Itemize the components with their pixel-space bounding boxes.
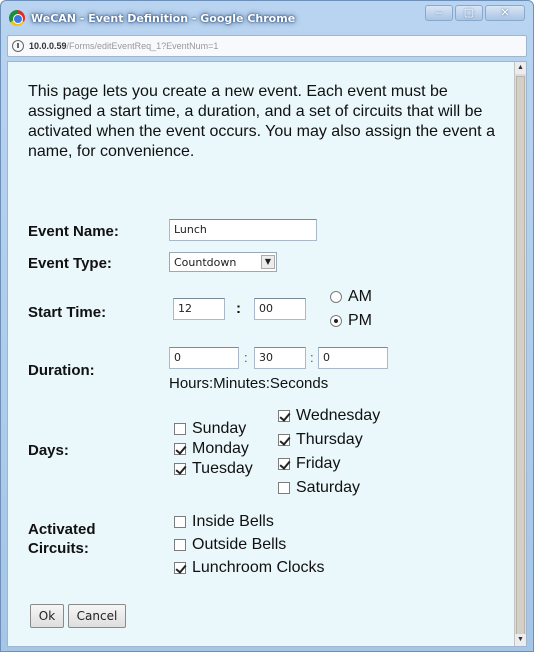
day-sunday[interactable]: Sunday: [174, 420, 246, 438]
event-type-value: Countdown: [174, 255, 237, 269]
monday-label: Monday: [192, 440, 249, 457]
day-tuesday[interactable]: Tuesday: [174, 460, 253, 478]
minimize-button[interactable]: –: [425, 5, 453, 21]
duration-hours-input[interactable]: 0: [169, 347, 239, 369]
vertical-scrollbar[interactable]: ▲ ▼: [514, 62, 526, 646]
am-radio[interactable]: [330, 291, 342, 303]
outside-bells-label: Outside Bells: [192, 536, 287, 553]
chevron-down-icon: ▼: [261, 255, 275, 269]
am-radio-option[interactable]: AM: [330, 288, 372, 306]
start-minute-input[interactable]: 00: [254, 298, 306, 320]
saturday-checkbox[interactable]: [278, 482, 290, 494]
event-name-label: Event Name:: [28, 223, 119, 240]
page-content: This page lets you create a new event. E…: [7, 61, 527, 647]
day-saturday[interactable]: Saturday: [278, 479, 360, 497]
friday-checkbox[interactable]: [278, 458, 290, 470]
address-bar[interactable]: 10.0.0.59 /Forms/editEventReq_1?EventNum…: [7, 35, 527, 57]
friday-label: Friday: [296, 455, 341, 472]
thursday-checkbox[interactable]: [278, 434, 290, 446]
url-path: /Forms/editEventReq_1?EventNum=1: [66, 41, 219, 51]
day-monday[interactable]: Monday: [174, 440, 249, 458]
browser-window: WeCAN - Event Definition - Google Chrome…: [0, 0, 534, 652]
window-title: WeCAN - Event Definition - Google Chrome: [31, 11, 296, 25]
time-separator: :: [236, 300, 241, 317]
intro-text: This page lets you create a new event. E…: [28, 83, 495, 160]
window-controls: – ▢ ✕: [425, 5, 525, 21]
wednesday-label: Wednesday: [296, 407, 381, 424]
circuit-inside-bells[interactable]: Inside Bells: [174, 513, 274, 531]
days-label: Days:: [28, 442, 69, 459]
outside-bells-checkbox[interactable]: [174, 539, 186, 551]
pm-radio-option[interactable]: PM: [330, 312, 372, 330]
wednesday-checkbox[interactable]: [278, 410, 290, 422]
scroll-down-icon[interactable]: ▼: [515, 634, 526, 646]
start-hour-input[interactable]: 12: [173, 298, 225, 320]
tuesday-label: Tuesday: [192, 460, 253, 477]
ok-button[interactable]: Ok: [30, 604, 64, 628]
monday-checkbox[interactable]: [174, 443, 186, 455]
tuesday-checkbox[interactable]: [174, 463, 186, 475]
lunchroom-clocks-checkbox[interactable]: [174, 562, 186, 574]
close-button[interactable]: ✕: [485, 5, 525, 21]
day-wednesday[interactable]: Wednesday: [278, 407, 380, 425]
duration-seconds-input[interactable]: 0: [318, 347, 388, 369]
circuit-outside-bells[interactable]: Outside Bells: [174, 536, 286, 554]
title-bar[interactable]: WeCAN - Event Definition - Google Chrome…: [1, 1, 533, 35]
cancel-button[interactable]: Cancel: [68, 604, 126, 628]
duration-label: Duration:: [28, 362, 95, 379]
circuit-lunchroom-clocks[interactable]: Lunchroom Clocks: [174, 559, 325, 577]
chrome-icon: [9, 10, 25, 26]
pm-radio[interactable]: [330, 315, 342, 327]
day-friday[interactable]: Friday: [278, 455, 340, 473]
event-name-input[interactable]: Lunch: [169, 219, 317, 241]
page-info-icon[interactable]: [12, 40, 24, 52]
sunday-label: Sunday: [192, 420, 247, 437]
url-host: 10.0.0.59: [29, 41, 67, 51]
scroll-thumb[interactable]: [516, 76, 525, 636]
inside-bells-checkbox[interactable]: [174, 516, 186, 528]
duration-format-hint: Hours:Minutes:Seconds: [169, 375, 329, 392]
scroll-up-icon[interactable]: ▲: [515, 62, 526, 74]
event-type-select[interactable]: Countdown ▼: [169, 252, 277, 272]
thursday-label: Thursday: [296, 431, 363, 448]
maximize-button[interactable]: ▢: [455, 5, 483, 21]
duration-minutes-input[interactable]: 30: [254, 347, 306, 369]
am-label: AM: [348, 288, 372, 305]
start-time-label: Start Time:: [28, 304, 107, 321]
circuits-label: Activated Circuits:: [28, 521, 96, 557]
duration-separator-2: :: [310, 350, 314, 365]
inside-bells-label: Inside Bells: [192, 513, 274, 530]
saturday-label: Saturday: [296, 479, 361, 496]
event-type-label: Event Type:: [28, 255, 112, 272]
pm-label: PM: [348, 312, 372, 329]
day-thursday[interactable]: Thursday: [278, 431, 363, 449]
lunchroom-clocks-label: Lunchroom Clocks: [192, 559, 325, 576]
sunday-checkbox[interactable]: [174, 423, 186, 435]
duration-separator-1: :: [244, 350, 248, 365]
